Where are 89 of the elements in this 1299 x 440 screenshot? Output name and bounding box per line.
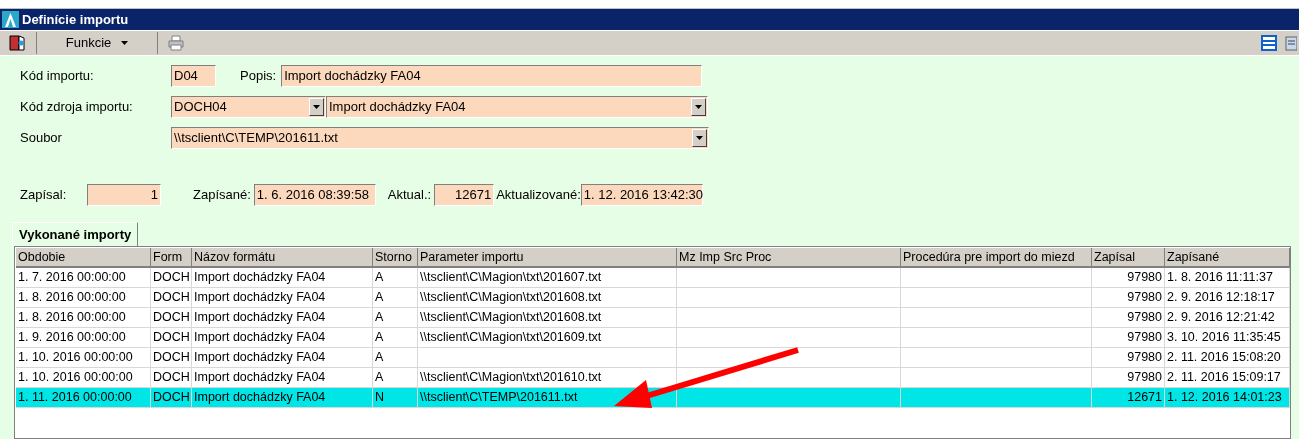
table-cell: Import dochádzky FA04 [194,350,326,364]
column-header[interactable]: Názov formátu [192,248,373,268]
table-cell: Import dochádzky FA04 [194,310,326,324]
table-cell-text: 97980 [1127,289,1162,306]
table-cell: DOCH [153,350,190,364]
table-cell: 1. 8. 2016 11:11:37 [1167,270,1273,284]
table-cell: Import dochádzky FA04 [194,290,326,304]
table-cell: DOCH [153,370,190,384]
column-header[interactable]: Zapísal [1092,248,1165,268]
field-label: Aktual.: [387,186,432,205]
source-name-dropdown[interactable]: Import dochádzky FA04 [326,96,708,118]
column-header[interactable]: Mz Imp Src Proc [677,248,901,268]
table-cell: 1. 7. 2016 00:00:00 [18,270,126,284]
column-header[interactable]: Zapísané [1165,248,1290,268]
exit-door-icon[interactable] [8,34,26,52]
caret-icon [121,41,129,45]
table-cell: A [375,310,384,324]
column-header[interactable]: Procedúra pre import do miezd [901,248,1092,268]
table-cell: A [375,290,384,304]
table-cell: 1. 8. 2016 00:00:00 [18,310,126,324]
printer-icon[interactable] [168,35,184,51]
table-cell: \\tsclient\C\Magion\txt\201608.txt [420,310,602,324]
table-cell: Import dochádzky FA04 [194,330,326,344]
table-cell: 2. 9. 2016 12:21:42 [1167,310,1275,324]
column-header[interactable]: Form [151,248,192,268]
table-row[interactable]: 1. 10. 2016 00:00:00 DOCH Import dochádzky FA04 A \\tsclient\C\Magion\txt\201610.txt 97980 2. 11. 2016 15:09:17 [16,368,1290,388]
table-row[interactable]: 1. 8. 2016 00:00:00 DOCH Import dochádzky FA04 A \\tsclient\C\Magion\txt\201608.txt 97980 2. 9. 2016 12:21:42 [16,308,1290,328]
field-label: Zapísal: [20,186,68,205]
table-cell: 1. 11. 2016 00:00:00 [18,390,132,404]
field-label: Kód zdroja importu: [20,98,134,117]
table-cell: N [375,390,385,404]
field-label: Popis: [240,67,277,86]
table-row[interactable]: 1. 7. 2016 00:00:00 DOCH Import dochádzky FA04 A \\tsclient\C\Magion\txt\201607.txt 97980 1. 8. 2016 11:11:37 [16,268,1290,288]
table-row[interactable]: 1. 10. 2016 00:00:00 DOCH Import dochádzky FA04 A 97980 2. 11. 2016 15:08:20 [16,348,1290,368]
column-header[interactable]: Storno [373,248,418,268]
field-label: Soubor [20,129,63,148]
functions-menu-button[interactable]: Funkcie [47,32,147,54]
table-cell: 1. 10. 2016 00:00:00 [18,370,133,384]
table-cell: A [375,330,384,344]
table-cell-text: 97980 [1127,349,1162,366]
table-cell: Import dochádzky FA04 [194,390,326,404]
column-header[interactable]: Obdobie [16,248,151,268]
table-row[interactable]: 1. 11. 2016 00:00:00 DOCH Import dochádzky FA04 N \\tsclient\C\TEMP\201611.txt 12671 1. 12. 2016 14:01:23 [16,388,1290,408]
table-cell: \\tsclient\C\Magion\txt\201607.txt [420,270,602,284]
column-header[interactable]: Parameter importu [418,248,677,268]
table-cell: 2. 9. 2016 12:18:17 [1167,290,1275,304]
table-cell: \\tsclient\C\Magion\txt\201608.txt [420,290,602,304]
field-label: Aktualizované: [496,186,581,205]
table-cell-text: 97980 [1127,329,1162,346]
table-cell: \\tsclient\C\Magion\txt\201610.txt [420,370,602,384]
table-cell: \\tsclient\C\TEMP\201611.txt [420,390,578,404]
table-cell: DOCH [153,390,190,404]
field-label: Kód importu: [20,67,95,86]
table-cell-text: 97980 [1127,309,1162,326]
table-cell-text: 12671 [1127,389,1162,406]
window-title: Definície importu [22,10,129,29]
created-date-field[interactable]: 1. 6. 2016 08:39:58 [253,184,376,206]
table-cell: Import dochádzky FA04 [194,370,326,384]
description-field[interactable]: Import dochádzky FA04 [281,65,703,87]
table-cell: Import dochádzky FA04 [194,270,326,284]
list-view-icon[interactable] [1261,35,1277,51]
file-dropdown[interactable]: \\tsclient\C\TEMP\201611.txt [171,127,709,149]
table-cell: 2. 11. 2016 15:08:20 [1167,350,1281,364]
table-cell: 3. 10. 2016 11:35:45 [1167,330,1281,344]
table-cell: 1. 9. 2016 00:00:00 [18,330,126,344]
table-cell: DOCH [153,270,190,284]
table-cell: A [375,270,384,284]
created-by-field[interactable]: 1 [87,184,161,206]
import-code-field[interactable]: D04 [171,65,216,87]
tab[interactable]: Vykonané importy [12,222,139,246]
table-cell: \\tsclient\C\Magion\txt\201609.txt [420,330,602,344]
table-row[interactable]: 1. 8. 2016 00:00:00 DOCH Import dochádzky FA04 A \\tsclient\C\Magion\txt\201608.txt 97980 2. 9. 2016 12:18:17 [16,288,1290,308]
app-logo-icon [2,11,19,28]
table-row[interactable]: 1. 9. 2016 00:00:00 DOCH Import dochádzky FA04 A \\tsclient\C\Magion\txt\201609.txt 97980 3. 10. 2016 11:35:45 [16,328,1290,348]
table-cell: 1. 10. 2016 00:00:00 [18,350,133,364]
table-cell-text: 97980 [1127,369,1162,386]
table-cell: 2. 11. 2016 15:09:17 [1167,370,1281,384]
field-label: Zapísané: [193,186,251,205]
updated-by-field[interactable]: 12671 [434,184,495,206]
table-cell: A [375,370,384,384]
table-cell: A [375,350,384,364]
table-cell: DOCH [153,290,190,304]
table-cell-text: 97980 [1127,269,1162,286]
table-cell: 1. 8. 2016 00:00:00 [18,290,126,304]
table-cell: 1. 12. 2016 14:01:23 [1167,390,1282,404]
table-cell: DOCH [153,310,190,324]
updated-date-field[interactable]: 1. 12. 2016 13:42:30 [580,184,703,206]
source-code-dropdown[interactable]: DOCH04 [171,96,326,118]
table-cell: DOCH [153,330,190,344]
